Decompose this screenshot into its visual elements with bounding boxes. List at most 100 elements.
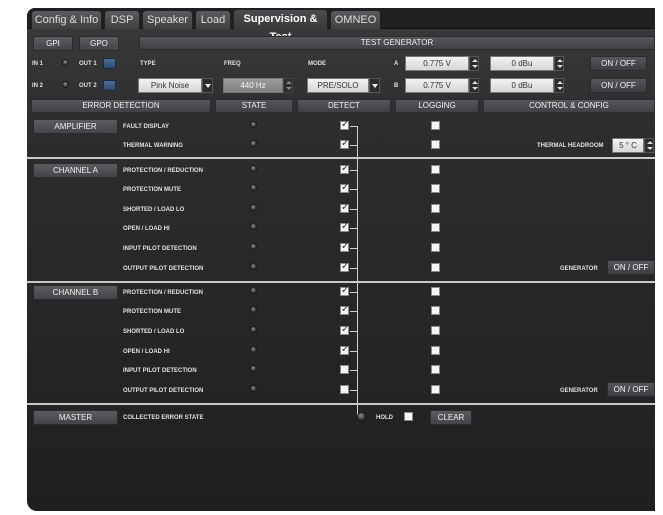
tab-omneo[interactable]: OMNEO (330, 10, 381, 29)
supervision-panel: Config & Info DSP Speaker Load Supervisi… (27, 8, 655, 511)
mode-label: MODE (308, 61, 326, 67)
connector-tick (350, 248, 358, 249)
tab-supervision-test[interactable]: Supervision & Test (233, 9, 328, 43)
out1-toggle[interactable] (103, 58, 116, 69)
state-led (250, 121, 257, 128)
tab-config-info[interactable]: Config & Info (31, 10, 102, 29)
logging-checkbox[interactable] (431, 243, 440, 252)
state-led (250, 223, 257, 230)
detect-checkbox[interactable] (340, 138, 349, 149)
channel-a-generator-onoff[interactable]: ON / OFF (607, 260, 655, 275)
in1-led (62, 59, 69, 66)
channel-a-button[interactable]: CHANNEL A (33, 163, 118, 178)
connector-tick (350, 390, 358, 391)
logging-checkbox[interactable] (431, 223, 440, 232)
logging-checkbox[interactable] (431, 204, 440, 213)
logging-checkbox[interactable] (431, 184, 440, 193)
channel-b-generator-onoff[interactable]: ON / OFF (607, 382, 655, 397)
logging-checkbox[interactable] (431, 165, 440, 174)
hold-checkbox[interactable] (404, 412, 413, 421)
state-led (250, 287, 257, 294)
tab-dsp[interactable]: DSP (104, 10, 140, 29)
state-led (250, 140, 257, 147)
state-led (250, 385, 257, 392)
b-voltage-field[interactable]: 0.775 V (405, 78, 469, 93)
out2-toggle[interactable] (103, 80, 116, 91)
freq-field[interactable]: 440 Hz (223, 78, 283, 93)
thermal-headroom-field[interactable]: 5 ° C (612, 138, 644, 153)
detect-checkbox[interactable] (340, 163, 349, 174)
connector-tick (350, 268, 358, 269)
error-detection-header: ERROR DETECTION (31, 99, 211, 113)
detect-header: DETECT (297, 99, 391, 113)
b-level-spinner[interactable] (554, 78, 564, 93)
row-label: OPEN / LOAD HI (123, 226, 170, 232)
mode-select[interactable]: PRE/SOLO (307, 78, 369, 93)
hold-label: HOLD (376, 415, 393, 421)
type-select[interactable]: Pink Noise (138, 78, 202, 93)
detect-checkbox[interactable] (340, 385, 349, 394)
clear-button[interactable]: CLEAR (430, 410, 472, 425)
master-button[interactable]: MASTER (33, 410, 118, 425)
state-led (250, 326, 257, 333)
in2-led (62, 81, 69, 88)
detect-checkbox[interactable] (340, 261, 349, 272)
detect-checkbox[interactable] (340, 119, 349, 130)
tab-load[interactable]: Load (195, 10, 231, 29)
group-separator (27, 157, 655, 159)
mode-dropdown-icon[interactable] (369, 78, 380, 93)
out1-label: OUT 1 (79, 61, 97, 67)
logging-checkbox[interactable] (431, 365, 440, 374)
a-level-field[interactable]: 0 dBu (490, 56, 554, 71)
connector-tick (350, 292, 358, 293)
connector-tick (350, 331, 358, 332)
logging-checkbox[interactable] (431, 140, 440, 149)
connector-tick (350, 228, 358, 229)
logging-checkbox[interactable] (431, 346, 440, 355)
gpo-button[interactable]: GPO (79, 36, 119, 51)
row-label: OPEN / LOAD HI (123, 349, 170, 355)
channel-b-button[interactable]: CHANNEL B (33, 285, 118, 300)
a-level-spinner[interactable] (554, 56, 564, 71)
channel-a-label: A (394, 61, 399, 67)
row-label: FAULT DISPLAY (123, 124, 170, 130)
row-label: SHORTED / LOAD LO (123, 207, 185, 213)
detect-checkbox[interactable] (340, 241, 349, 252)
detect-checkbox[interactable] (340, 324, 349, 335)
amplifier-button[interactable]: AMPLIFIER (33, 119, 118, 134)
a-voltage-spinner[interactable] (469, 56, 479, 71)
freq-spinner[interactable] (283, 78, 293, 93)
a-onoff-button[interactable]: ON / OFF (590, 56, 647, 71)
logging-checkbox[interactable] (431, 287, 440, 296)
detect-checkbox[interactable] (340, 182, 349, 193)
detect-checkbox[interactable] (340, 202, 349, 213)
row-label: PROTECTION / REDUCTION (123, 168, 204, 174)
row-label: PROTECTION MUTE (123, 187, 181, 193)
logging-checkbox[interactable] (431, 306, 440, 315)
b-level-field[interactable]: 0 dBu (490, 78, 554, 93)
detect-checkbox[interactable] (340, 365, 349, 374)
test-generator-header: TEST GENERATOR (139, 36, 655, 50)
type-dropdown-icon[interactable] (202, 78, 213, 93)
logging-checkbox[interactable] (431, 263, 440, 272)
tab-speaker[interactable]: Speaker (142, 10, 193, 29)
state-led (250, 306, 257, 313)
out2-label: OUT 2 (79, 83, 97, 89)
b-voltage-spinner[interactable] (469, 78, 479, 93)
thermal-headroom-spinner[interactable] (644, 138, 654, 153)
logging-checkbox[interactable] (431, 121, 440, 130)
detect-checkbox[interactable] (340, 285, 349, 296)
a-voltage-field[interactable]: 0.775 V (405, 56, 469, 71)
channel-b-label: B (394, 83, 399, 89)
detect-checkbox[interactable] (340, 221, 349, 232)
b-onoff-button[interactable]: ON / OFF (590, 78, 647, 93)
generator-label: GENERATOR (560, 266, 598, 272)
freq-label: FREQ (224, 61, 241, 67)
detect-checkbox[interactable] (340, 304, 349, 315)
state-led (250, 346, 257, 353)
logging-checkbox[interactable] (431, 385, 440, 394)
gpi-button[interactable]: GPI (33, 36, 73, 51)
generator-label: GENERATOR (560, 388, 598, 394)
detect-checkbox[interactable] (340, 344, 349, 355)
logging-checkbox[interactable] (431, 326, 440, 335)
